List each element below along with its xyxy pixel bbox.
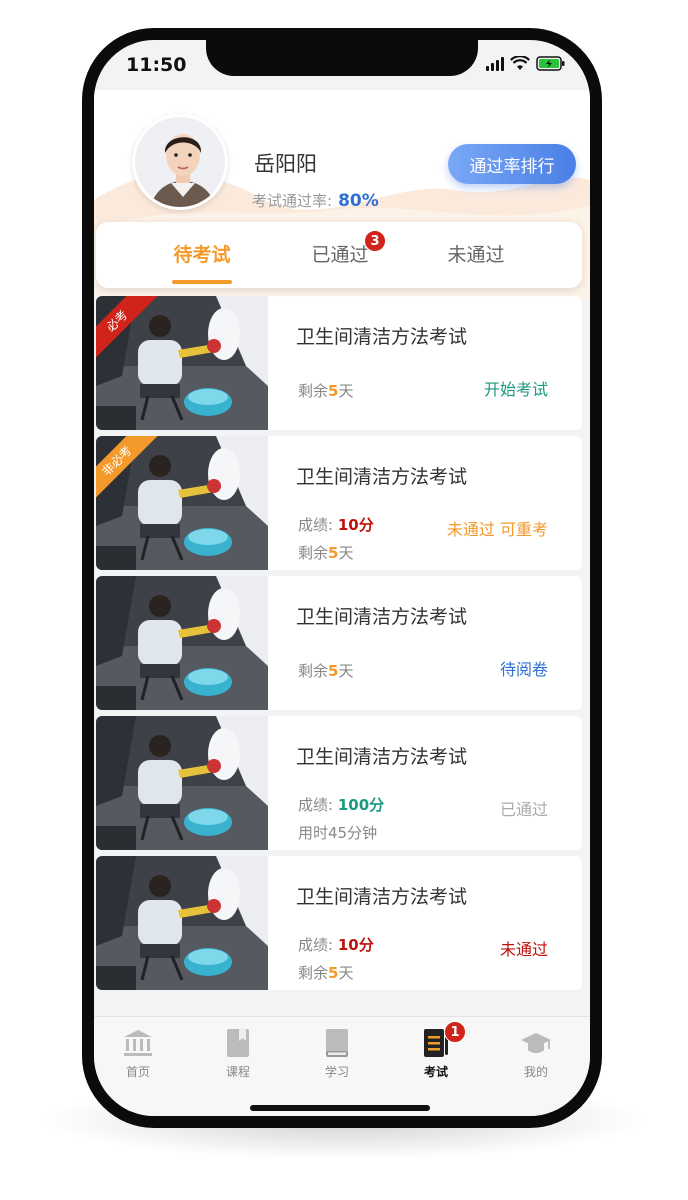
nav-label: 首页 <box>125 1065 150 1079</box>
remaining-prefix: 剩余 <box>298 382 329 400</box>
score-label: 成绩: <box>298 796 334 814</box>
exam-action[interactable]: 已通过 <box>500 796 548 820</box>
home-indicator <box>250 1105 430 1111</box>
remaining-prefix: 剩余 <box>298 662 329 680</box>
phone-screen: 11:50 岳阳阳 考试通过率: 80% 通过率排行 待考试 已通过 3 未通过… <box>94 40 590 1116</box>
exam-title: 卫生间清洁方法考试 <box>296 326 468 348</box>
nav-badge: 1 <box>444 1021 466 1043</box>
exam-score: 成绩: 10分 <box>298 514 374 535</box>
remaining-suffix: 天 <box>338 544 354 562</box>
score-label: 成绩: <box>298 516 334 534</box>
remaining-days: 剩余5天 <box>298 542 353 563</box>
exam-thumbnail <box>96 576 268 710</box>
exam-thumbnail-image <box>96 576 268 710</box>
exam-card[interactable]: 非必考 卫生间清洁方法考试 成绩: 10分 剩余5天 未通过 可重考 <box>96 436 582 570</box>
active-tab-indicator <box>172 280 232 284</box>
score-label: 成绩: <box>298 936 334 954</box>
remaining-days: 剩余5天 <box>298 660 353 681</box>
remaining-value: 5 <box>328 544 339 562</box>
bank-icon <box>124 1030 152 1056</box>
exam-action[interactable]: 开始考试 <box>484 376 548 400</box>
exam-card[interactable]: 卫生间清洁方法考试 成绩: 10分 剩余5天 未通过 <box>96 856 582 990</box>
bookmark-book-icon <box>227 1029 249 1057</box>
exam-thumbnail: 必考 <box>96 296 268 430</box>
nav-me[interactable]: 我的 <box>496 1027 576 1080</box>
pass-rate-value: 80% <box>338 191 379 211</box>
bottom-navigation: 首页 课程 学习 考试 1 我的 <box>94 1016 590 1116</box>
exam-title: 卫生间清洁方法考试 <box>296 746 468 768</box>
tab-label: 已通过 <box>311 244 369 266</box>
remaining-value: 5 <box>328 382 339 400</box>
exam-score: 成绩: 100分 <box>298 794 384 815</box>
nav-label: 我的 <box>523 1065 548 1079</box>
tab-failed[interactable]: 未通过 <box>406 222 546 288</box>
exam-card[interactable]: 卫生间清洁方法考试 成绩: 100分 用时45分钟 已通过 <box>96 716 582 850</box>
battery-icon <box>536 56 565 71</box>
tab-badge: 3 <box>364 230 386 252</box>
status-time: 11:50 <box>126 54 187 76</box>
exam-score: 成绩: 10分 <box>298 934 374 955</box>
remaining-suffix: 天 <box>338 964 354 982</box>
exam-thumbnail-image <box>96 856 268 990</box>
notch <box>206 40 478 76</box>
nav-study[interactable]: 学习 <box>297 1027 377 1080</box>
nav-exam[interactable]: 考试 1 <box>396 1021 476 1080</box>
tab-label: 待考试 <box>173 244 231 266</box>
wifi-icon <box>510 56 530 70</box>
pass-rate-label: 考试通过率: <box>252 192 333 210</box>
exam-thumbnail <box>96 856 268 990</box>
nav-home[interactable]: 首页 <box>98 1027 178 1080</box>
remaining-suffix: 天 <box>338 382 354 400</box>
tab-passed[interactable]: 已通过 3 <box>270 222 410 288</box>
pass-rate: 考试通过率: 80% <box>252 190 379 211</box>
exam-title: 卫生间清洁方法考试 <box>296 606 468 628</box>
nav-label: 考试 <box>423 1065 448 1079</box>
exam-thumbnail-image <box>96 716 268 850</box>
remaining-value: 5 <box>328 964 339 982</box>
exam-title: 卫生间清洁方法考试 <box>296 466 468 488</box>
exam-card[interactable]: 卫生间清洁方法考试 剩余5天 待阅卷 <box>96 576 582 710</box>
nav-courses[interactable]: 课程 <box>198 1027 278 1080</box>
exam-action[interactable]: 未通过 <box>500 936 548 960</box>
user-name: 岳阳阳 <box>254 152 317 176</box>
exam-title: 卫生间清洁方法考试 <box>296 886 468 908</box>
exam-action[interactable]: 待阅卷 <box>500 656 548 680</box>
tab-pending[interactable]: 待考试 <box>132 222 272 288</box>
remaining-prefix: 剩余 <box>298 544 329 562</box>
nav-label: 课程 <box>225 1065 250 1079</box>
remaining-prefix: 剩余 <box>298 964 329 982</box>
remaining-suffix: 天 <box>338 662 354 680</box>
remaining-value: 5 <box>328 662 339 680</box>
graduation-cap-icon <box>521 1033 551 1053</box>
exam-status-tabs: 待考试 已通过 3 未通过 <box>96 222 582 288</box>
score-value: 10分 <box>337 516 374 534</box>
exam-duration: 用时45分钟 <box>298 824 378 842</box>
pass-rate-ranking-button[interactable]: 通过率排行 <box>448 144 576 184</box>
exam-card[interactable]: 必考 卫生间清洁方法考试 剩余5天 开始考试 <box>96 296 582 430</box>
exam-thumbnail <box>96 716 268 850</box>
score-value: 100分 <box>337 796 385 814</box>
avatar[interactable] <box>132 114 228 210</box>
exam-thumbnail: 非必考 <box>96 436 268 570</box>
signal-icon <box>486 56 504 71</box>
remaining-days: 剩余5天 <box>298 962 353 983</box>
tab-label: 未通过 <box>447 244 505 266</box>
score-value: 10分 <box>337 936 374 954</box>
book-icon <box>326 1029 348 1057</box>
status-icons <box>486 56 566 71</box>
nav-label: 学习 <box>324 1065 349 1079</box>
remaining-days: 剩余5天 <box>298 380 353 401</box>
exam-action[interactable]: 未通过 可重考 <box>447 516 548 540</box>
